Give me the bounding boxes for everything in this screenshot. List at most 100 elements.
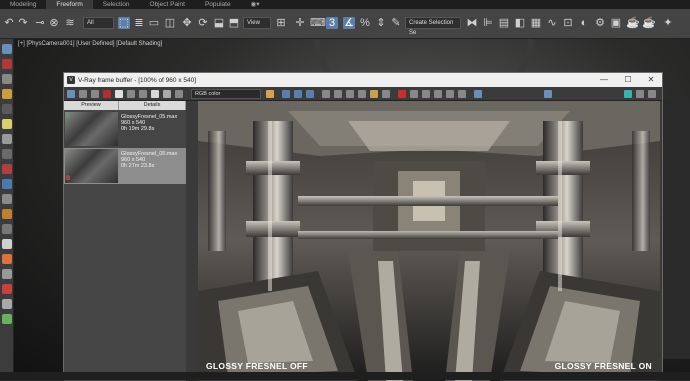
helper-tool-icon[interactable] bbox=[2, 149, 12, 159]
history-toggle-icon[interactable] bbox=[67, 90, 75, 98]
lens-effects-icon[interactable] bbox=[422, 90, 430, 98]
history-row[interactable]: A GlossyFresnel_05.max 960 x 540 0h 19m … bbox=[64, 111, 186, 147]
ribbon-tab-selection[interactable]: Selection bbox=[93, 0, 140, 9]
stop-render-icon[interactable] bbox=[398, 90, 406, 98]
material-editor-icon[interactable]: ◐ bbox=[578, 17, 590, 29]
region-render-icon[interactable] bbox=[410, 90, 418, 98]
place-icon[interactable]: ⬒ bbox=[228, 17, 240, 29]
blue-channel-icon[interactable] bbox=[306, 90, 314, 98]
angle-snap-icon[interactable]: ∡ bbox=[343, 17, 355, 29]
render-image[interactable]: GLOSSY FRESNEL OFF GLOSSY FRESNEL ON bbox=[198, 101, 660, 381]
history-up-icon[interactable] bbox=[127, 90, 135, 98]
interactive-render-icon[interactable] bbox=[446, 90, 454, 98]
particle-tool-icon[interactable] bbox=[2, 284, 12, 294]
vfb-title-bar[interactable]: V V-Ray frame buffer - [100% of 960 x 54… bbox=[64, 73, 662, 87]
color-picker-icon[interactable] bbox=[266, 90, 274, 98]
box-tool-icon[interactable] bbox=[2, 44, 12, 54]
history-options-icon[interactable] bbox=[163, 90, 171, 98]
curve-editor-icon[interactable]: ∿ bbox=[546, 17, 558, 29]
clear-image-icon[interactable] bbox=[358, 90, 366, 98]
duplicate-to-mfb-icon[interactable] bbox=[370, 90, 378, 98]
shape-tool-icon[interactable] bbox=[2, 299, 12, 309]
reference-coordinate-dropdown[interactable]: View bbox=[243, 17, 271, 29]
red-channel-icon[interactable] bbox=[282, 90, 290, 98]
ribbon-tab-populate[interactable]: Populate bbox=[195, 0, 241, 9]
undo-icon[interactable]: ↶ bbox=[3, 17, 15, 29]
link-icon[interactable]: ⊸ bbox=[34, 17, 46, 29]
redo-icon[interactable]: ↷ bbox=[17, 17, 29, 29]
split-view-icon[interactable] bbox=[151, 90, 159, 98]
remove-history-icon[interactable] bbox=[103, 90, 111, 98]
history-header-details[interactable]: Details bbox=[119, 101, 186, 110]
schematic-view-icon[interactable]: ⊡ bbox=[562, 17, 574, 29]
history-down-icon[interactable] bbox=[139, 90, 147, 98]
light-tool-icon[interactable] bbox=[2, 119, 12, 129]
load-image-icon[interactable] bbox=[346, 90, 354, 98]
scale-icon[interactable]: ⬓ bbox=[213, 17, 225, 29]
history-row-selected[interactable]: B GlossyFresnel_05.max 960 x 540 0h 27m … bbox=[64, 148, 186, 184]
snaps-toggle-icon[interactable]: 3 bbox=[326, 17, 338, 29]
green-channel-icon[interactable] bbox=[294, 90, 302, 98]
camera-tool-icon[interactable] bbox=[2, 134, 12, 144]
layer-explorer-icon[interactable]: ◧ bbox=[514, 17, 526, 29]
plane-tool-icon[interactable] bbox=[2, 194, 12, 204]
cylinder-tool-icon[interactable] bbox=[2, 74, 12, 84]
save-image-icon[interactable] bbox=[334, 90, 342, 98]
channel-dropdown[interactable]: RGB color bbox=[191, 89, 261, 99]
teapot-render-icon[interactable] bbox=[544, 90, 552, 98]
correction-controls-icon[interactable] bbox=[458, 90, 466, 98]
vfb-settings-icon[interactable] bbox=[624, 90, 632, 98]
unlink-icon[interactable]: ⊗ bbox=[48, 17, 60, 29]
close-button[interactable]: ✕ bbox=[639, 73, 663, 87]
render-production-icon[interactable]: ☕ bbox=[626, 17, 640, 29]
ribbon-tab-modeling[interactable]: Modeling bbox=[0, 0, 46, 9]
percent-snap-icon[interactable]: % bbox=[359, 17, 371, 29]
select-manipulate-icon[interactable]: ✛ bbox=[294, 17, 306, 29]
bind-space-warp-icon[interactable]: ≋ bbox=[64, 17, 76, 29]
track-mouse-icon[interactable] bbox=[382, 90, 390, 98]
render-iterative-icon[interactable]: ☕ bbox=[642, 17, 656, 29]
render-setup-icon[interactable]: ⚙ bbox=[594, 17, 606, 29]
compare-ab-icon[interactable] bbox=[115, 90, 123, 98]
rotate-icon[interactable]: ⟳ bbox=[197, 17, 209, 29]
rendered-frame-window-icon[interactable]: ▣ bbox=[610, 17, 622, 29]
geosphere-tool-icon[interactable] bbox=[2, 209, 12, 219]
history-list-icon[interactable] bbox=[175, 90, 183, 98]
toggle-scene-explorer-icon[interactable]: ▤ bbox=[498, 17, 510, 29]
select-object-icon[interactable]: ⬚ bbox=[118, 17, 130, 29]
keyboard-shortcut-icon[interactable]: ⌨ bbox=[310, 17, 326, 29]
align-icon[interactable]: ⊫ bbox=[482, 17, 494, 29]
selection-filter-dropdown[interactable]: All bbox=[83, 17, 114, 29]
display-srgb-icon[interactable] bbox=[474, 90, 482, 98]
sphere-tool-icon[interactable] bbox=[2, 59, 12, 69]
history-header-preview[interactable]: Preview bbox=[64, 101, 119, 110]
mono-view-icon[interactable] bbox=[322, 90, 330, 98]
vray-render-icon[interactable]: ✦ bbox=[662, 17, 674, 29]
spinner-snap-icon[interactable]: ⇕ bbox=[375, 17, 387, 29]
mirror-icon[interactable]: ⧓ bbox=[466, 17, 478, 29]
save-history-icon[interactable] bbox=[79, 90, 87, 98]
ribbon-toggle-icon[interactable]: ▦ bbox=[530, 17, 542, 29]
teapot-tool-icon[interactable] bbox=[2, 269, 12, 279]
ribbon-options-icon[interactable]: ◉▾ bbox=[241, 0, 270, 9]
pivot-center-icon[interactable]: ⊞ bbox=[275, 17, 287, 29]
render-last-icon[interactable] bbox=[434, 90, 442, 98]
foliage-tool-icon[interactable] bbox=[2, 314, 12, 324]
tube-tool-icon[interactable] bbox=[2, 224, 12, 234]
ribbon-tab-freeform[interactable]: Freeform bbox=[46, 0, 93, 9]
named-selection-set-dropdown[interactable]: Create Selection Se bbox=[405, 17, 461, 36]
minimize-button[interactable]: — bbox=[592, 73, 616, 87]
window-crossing-icon[interactable]: ◫ bbox=[164, 17, 176, 29]
rectangular-selection-icon[interactable]: ▭ bbox=[148, 17, 160, 29]
cone-tool-icon[interactable] bbox=[2, 104, 12, 114]
maximize-button[interactable]: ☐ bbox=[616, 73, 640, 87]
edit-named-selection-icon[interactable]: ✎ bbox=[390, 17, 402, 29]
move-icon[interactable]: ✥ bbox=[181, 17, 193, 29]
pixel-info-icon[interactable] bbox=[636, 90, 644, 98]
vfb-options-icon[interactable] bbox=[648, 90, 656, 98]
spacewarp-tool-icon[interactable] bbox=[2, 164, 12, 174]
systems-tool-icon[interactable] bbox=[2, 179, 12, 189]
sun-tool-icon[interactable] bbox=[2, 254, 12, 264]
select-by-name-icon[interactable]: ≣ bbox=[133, 17, 145, 29]
torus-tool-icon[interactable] bbox=[2, 89, 12, 99]
